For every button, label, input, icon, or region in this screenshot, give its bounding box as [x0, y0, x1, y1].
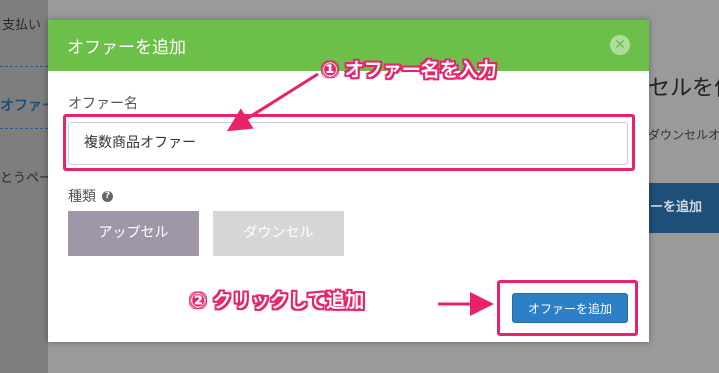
arrow-to-input-icon: [226, 72, 319, 132]
annotation-arrows: [226, 72, 494, 316]
